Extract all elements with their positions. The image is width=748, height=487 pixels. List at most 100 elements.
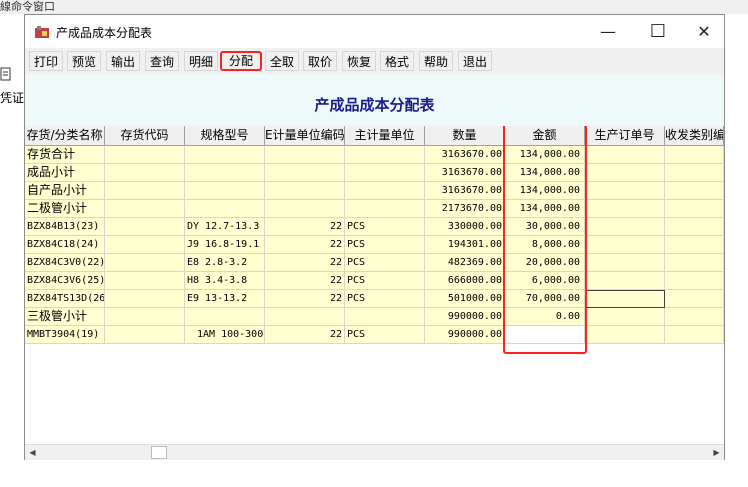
cell-category[interactable] [665, 290, 724, 308]
column-header-quantity[interactable]: 数量 [425, 126, 505, 146]
cell-spec[interactable] [185, 182, 265, 200]
cell-name[interactable]: BZX84C3V6(25) [25, 272, 105, 290]
cell-category[interactable] [665, 308, 724, 326]
cell-unit-code[interactable]: 22 [265, 272, 345, 290]
preview-button[interactable]: 预览 [67, 51, 101, 71]
detail-button[interactable]: 明细 [184, 51, 218, 71]
cell-name[interactable]: BZX84C18(24) [25, 236, 105, 254]
exit-button[interactable]: 退出 [458, 51, 492, 71]
cell-unit-code[interactable] [265, 308, 345, 326]
cell-unit-code[interactable]: 22 [265, 236, 345, 254]
cell-unit[interactable]: PCS [345, 218, 425, 236]
allocation-table[interactable]: 存货/分类名称 存货代码 规格型号 E计量单位编码 主计量单位 数量 金额 生产订单号 收发类别… [25, 126, 724, 444]
cell-name[interactable]: 三极管小计 [25, 308, 105, 326]
cell-spec[interactable] [185, 146, 265, 164]
format-button[interactable]: 格式 [380, 51, 414, 71]
allocate-button[interactable]: 分配 [220, 51, 262, 71]
help-button[interactable]: 帮助 [419, 51, 453, 71]
cell-name[interactable]: BZX84C3V0(22) [25, 254, 105, 272]
select-all-button[interactable]: 全取 [265, 51, 299, 71]
column-header-name[interactable]: 存货/分类名称 [25, 126, 105, 146]
cell-category[interactable] [665, 326, 724, 344]
cell-quantity[interactable]: 3163670.00 [425, 182, 505, 200]
cell-order-no[interactable] [585, 308, 665, 326]
column-header-category[interactable]: 收发类别编 [665, 126, 724, 146]
cell-code[interactable] [105, 290, 185, 308]
cell-quantity[interactable]: 501000.00 [425, 290, 505, 308]
title-bar[interactable]: 产成品成本分配表 — ☐ ✕ [25, 15, 724, 48]
cell-name[interactable]: 存货合计 [25, 146, 105, 164]
cell-code[interactable] [105, 146, 185, 164]
print-button[interactable]: 打印 [29, 51, 63, 71]
cell-category[interactable] [665, 272, 724, 290]
cell-order-no[interactable] [585, 146, 665, 164]
cell-quantity[interactable]: 3163670.00 [425, 146, 505, 164]
cell-unit[interactable]: PCS [345, 290, 425, 308]
cell-name[interactable]: BZX84B13(23) [25, 218, 105, 236]
cell-unit-code[interactable] [265, 200, 345, 218]
cell-unit-code[interactable]: 22 [265, 254, 345, 272]
get-price-button[interactable]: 取价 [303, 51, 337, 71]
close-icon[interactable]: ✕ [681, 15, 727, 48]
cell-code[interactable] [105, 326, 185, 344]
cell-name[interactable]: 自产品小计 [25, 182, 105, 200]
cell-code[interactable] [105, 254, 185, 272]
cell-spec[interactable]: J9 16.8-19.1 [185, 236, 265, 254]
cell-spec[interactable] [185, 308, 265, 326]
cell-unit-code[interactable]: 22 [265, 326, 345, 344]
horizontal-scrollbar[interactable]: ◀ ▶ [25, 444, 724, 460]
cell-unit-code[interactable]: 22 [265, 218, 345, 236]
cell-order-no[interactable] [585, 164, 665, 182]
cell-spec[interactable]: DY 12.7-13.3 [185, 218, 265, 236]
cell-category[interactable] [665, 200, 724, 218]
cell-spec[interactable] [185, 200, 265, 218]
scroll-thumb[interactable] [151, 446, 167, 459]
column-header-unit-code[interactable]: E计量单位编码 [265, 126, 345, 146]
cell-quantity[interactable]: 482369.00 [425, 254, 505, 272]
cell-spec[interactable]: E8 2.8-3.2 [185, 254, 265, 272]
cell-unit[interactable]: PCS [345, 326, 425, 344]
cell-category[interactable] [665, 218, 724, 236]
column-header-unit[interactable]: 主计量单位 [345, 126, 425, 146]
cell-unit-code[interactable]: 22 [265, 290, 345, 308]
cell-quantity[interactable]: 666000.00 [425, 272, 505, 290]
cell-name[interactable]: BZX84TS13D(26) [25, 290, 105, 308]
column-header-code[interactable]: 存货代码 [105, 126, 185, 146]
cell-unit[interactable]: PCS [345, 272, 425, 290]
cell-spec[interactable]: 1AM 100-300 [185, 326, 265, 344]
cell-spec[interactable]: E9 13-13.2 [185, 290, 265, 308]
cell-category[interactable] [665, 182, 724, 200]
cell-unit[interactable]: PCS [345, 254, 425, 272]
cell-quantity[interactable]: 194301.00 [425, 236, 505, 254]
maximize-icon[interactable]: ☐ [635, 15, 681, 48]
cell-unit[interactable] [345, 146, 425, 164]
cell-quantity[interactable]: 3163670.00 [425, 164, 505, 182]
column-header-order-no[interactable]: 生产订单号 [585, 126, 665, 146]
cell-code[interactable] [105, 272, 185, 290]
cell-quantity[interactable]: 990000.00 [425, 308, 505, 326]
cell-spec[interactable] [185, 164, 265, 182]
cell-code[interactable] [105, 200, 185, 218]
cell-category[interactable] [665, 254, 724, 272]
restore-button[interactable]: 恢复 [342, 51, 376, 71]
cell-unit-code[interactable] [265, 182, 345, 200]
cell-quantity[interactable]: 2173670.00 [425, 200, 505, 218]
query-button[interactable]: 查询 [145, 51, 179, 71]
cell-order-no[interactable] [585, 236, 665, 254]
cell-code[interactable] [105, 308, 185, 326]
cell-quantity[interactable]: 990000.00 [425, 326, 505, 344]
cell-name[interactable]: 二极管小计 [25, 200, 105, 218]
cell-category[interactable] [665, 236, 724, 254]
cell-category[interactable] [665, 146, 724, 164]
cell-order-no[interactable] [585, 272, 665, 290]
minimize-icon[interactable]: — [585, 15, 631, 48]
export-button[interactable]: 输出 [106, 51, 140, 71]
scroll-left-icon[interactable]: ◀ [25, 445, 40, 460]
cell-name[interactable]: 成品小计 [25, 164, 105, 182]
cell-unit-code[interactable] [265, 164, 345, 182]
cell-unit[interactable] [345, 200, 425, 218]
cell-code[interactable] [105, 182, 185, 200]
scroll-right-icon[interactable]: ▶ [709, 445, 724, 460]
cell-code[interactable] [105, 164, 185, 182]
cell-unit[interactable] [345, 164, 425, 182]
